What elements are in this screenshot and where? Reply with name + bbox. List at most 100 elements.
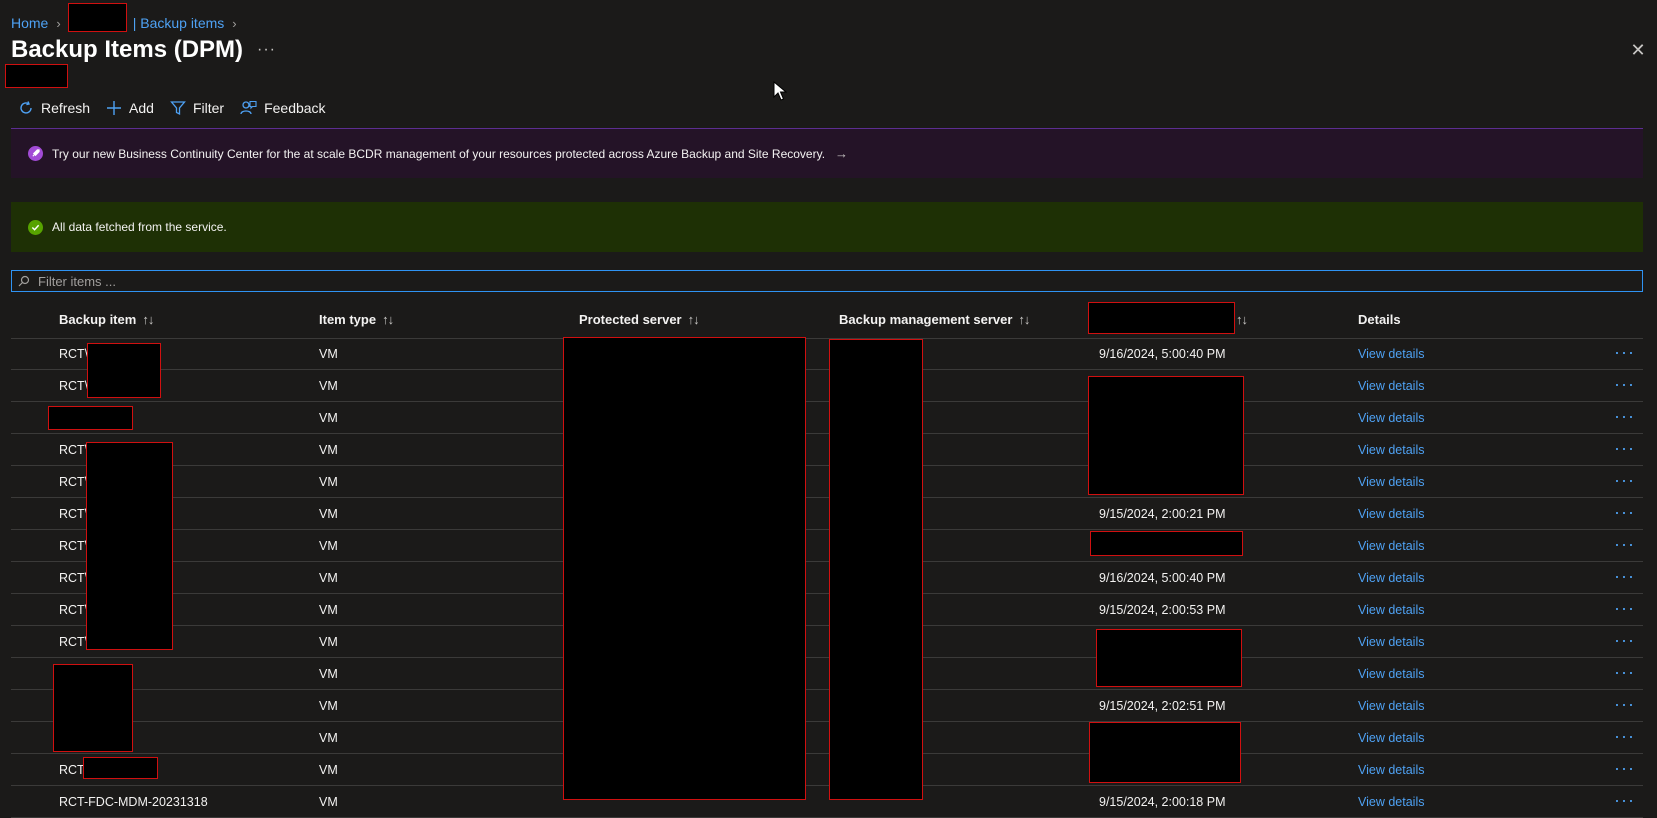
rocket-icon bbox=[28, 146, 43, 161]
table-row[interactable]: RCT-FDC-MDM-20231318 VM 9/15/2024, 2:00:18… bbox=[11, 786, 1643, 818]
view-details-link[interactable]: View details bbox=[1358, 763, 1424, 777]
row-more-actions-icon[interactable]: ··· bbox=[1614, 790, 1635, 811]
filter-button[interactable]: Filter bbox=[170, 100, 224, 116]
view-details-link[interactable]: View details bbox=[1358, 699, 1424, 713]
banner-text: Try our new Business Continuity Center f… bbox=[52, 146, 826, 161]
redacted-backup-time bbox=[1088, 376, 1244, 495]
redacted-item-name bbox=[86, 442, 173, 650]
cell-item-type: VM bbox=[319, 731, 338, 745]
table-row[interactable]: RCT\ VM View details ··· bbox=[11, 434, 1643, 466]
cell-backup-item: RCT\ bbox=[59, 507, 89, 521]
cell-last-backup-time: 9/15/2024, 2:00:18 PM bbox=[1099, 795, 1226, 809]
row-more-actions-icon[interactable]: ··· bbox=[1614, 630, 1635, 651]
arrow-right-icon[interactable]: → bbox=[835, 146, 848, 161]
cell-backup-item: RCT\ bbox=[59, 539, 89, 553]
row-more-actions-icon[interactable]: ··· bbox=[1614, 694, 1635, 715]
redacted-subtitle bbox=[5, 64, 68, 88]
view-details-link[interactable]: View details bbox=[1358, 443, 1424, 457]
redacted-item-name bbox=[48, 406, 133, 430]
table-row[interactable]: RCT\ VM View details ··· bbox=[11, 530, 1643, 562]
filter-label: Filter bbox=[192, 100, 225, 116]
row-more-actions-icon[interactable]: ··· bbox=[1614, 598, 1635, 619]
view-details-link[interactable]: View details bbox=[1358, 635, 1424, 649]
cell-last-backup-time: 9/16/2024, 5:00:40 PM bbox=[1099, 347, 1226, 361]
redacted-protected-server bbox=[563, 337, 806, 800]
row-more-actions-icon[interactable]: ··· bbox=[1614, 470, 1635, 491]
table-row[interactable]: RCT\ VM View details ··· bbox=[11, 626, 1643, 658]
cell-last-backup-time: 9/15/2024, 2:02:51 PM bbox=[1099, 699, 1226, 713]
col-protected-server-label: Protected server bbox=[579, 312, 682, 327]
row-more-actions-icon[interactable]: ··· bbox=[1614, 758, 1635, 779]
plus-icon bbox=[107, 101, 122, 115]
cell-backup-item: RCT\ bbox=[59, 379, 89, 393]
filter-items-input[interactable] bbox=[36, 272, 1620, 290]
view-details-link[interactable]: View details bbox=[1358, 411, 1424, 425]
table-row[interactable]: VM View details ··· bbox=[11, 722, 1643, 754]
col-backup-item[interactable]: Backup item ↑↓ bbox=[59, 312, 154, 327]
row-more-actions-icon[interactable]: ··· bbox=[1614, 662, 1635, 683]
refresh-label: Refresh bbox=[41, 100, 91, 116]
cell-item-type: VM bbox=[319, 699, 338, 713]
row-more-actions-icon[interactable]: ··· bbox=[1614, 502, 1635, 523]
table-row[interactable]: RCT\ VM View details ··· bbox=[11, 466, 1643, 498]
table-row[interactable]: RCT\ VM 9/16/2024, 5:00:40 PM View details ·… bbox=[11, 338, 1643, 370]
row-more-actions-icon[interactable]: ··· bbox=[1614, 566, 1635, 587]
sort-icon[interactable]: ↑↓ bbox=[142, 312, 154, 327]
status-message: All data fetched from the service. bbox=[11, 202, 1643, 252]
view-details-link[interactable]: View details bbox=[1358, 667, 1424, 681]
row-more-actions-icon[interactable]: ··· bbox=[1614, 438, 1635, 459]
table-row[interactable]: RCT\ VM 9/15/2024, 2:00:21 PM View details ·… bbox=[11, 498, 1643, 530]
view-details-link[interactable]: View details bbox=[1358, 731, 1424, 745]
cell-last-backup-time: 9/15/2024, 2:00:53 PM bbox=[1099, 603, 1226, 617]
view-details-link[interactable]: View details bbox=[1358, 539, 1424, 553]
filter-box[interactable] bbox=[11, 270, 1643, 292]
row-more-actions-icon[interactable]: ··· bbox=[1614, 374, 1635, 395]
redacted-backup-time bbox=[1089, 722, 1241, 783]
sort-icon[interactable]: ↑↓ bbox=[1236, 312, 1248, 327]
redacted-vault-name bbox=[68, 3, 127, 32]
table-row[interactable]: RCT\ VM 9/15/2024, 2:00:53 PM View details ·… bbox=[11, 594, 1643, 626]
view-details-link[interactable]: View details bbox=[1358, 507, 1424, 521]
refresh-button[interactable]: Refresh bbox=[18, 100, 90, 116]
view-details-link[interactable]: View details bbox=[1358, 347, 1424, 361]
sort-icon[interactable]: ↑↓ bbox=[1018, 312, 1030, 327]
feedback-button[interactable]: Feedback bbox=[240, 100, 326, 116]
col-last-backup-time[interactable]: ↑↓ bbox=[1236, 312, 1248, 327]
view-details-link[interactable]: View details bbox=[1358, 475, 1424, 489]
col-backup-management-server[interactable]: Backup management server ↑↓ bbox=[839, 312, 1030, 327]
view-details-link[interactable]: View details bbox=[1358, 603, 1424, 617]
table-row[interactable]: VM 9/15/2024, 2:02:51 PM View details ··· bbox=[11, 690, 1643, 722]
more-options-icon[interactable]: ··· bbox=[257, 41, 276, 59]
add-button[interactable]: Add bbox=[106, 100, 154, 116]
feedback-label: Feedback bbox=[264, 100, 326, 116]
col-protected-server[interactable]: Protected server ↑↓ bbox=[579, 312, 700, 327]
table-row[interactable]: RCT\ VM View details ··· bbox=[11, 754, 1643, 786]
cell-item-type: VM bbox=[319, 411, 338, 425]
view-details-link[interactable]: View details bbox=[1358, 571, 1424, 585]
row-more-actions-icon[interactable]: ··· bbox=[1614, 406, 1635, 427]
table-header: Backup item ↑↓ Item type ↑↓ Protected se… bbox=[11, 306, 1643, 339]
sort-icon[interactable]: ↑↓ bbox=[382, 312, 394, 327]
row-more-actions-icon[interactable]: ··· bbox=[1614, 534, 1635, 555]
redacted-item-name bbox=[53, 664, 133, 752]
search-icon bbox=[18, 275, 30, 287]
table-row[interactable]: RCT\ VM View details ··· bbox=[11, 370, 1643, 402]
view-details-link[interactable]: View details bbox=[1358, 379, 1424, 393]
table-row[interactable]: RCT\ VM 9/16/2024, 5:00:40 PM View details ·… bbox=[11, 562, 1643, 594]
bcdr-promo-banner[interactable]: Try our new Business Continuity Center f… bbox=[11, 128, 1643, 178]
breadcrumb-backup-items[interactable]: | Backup items bbox=[133, 15, 225, 31]
sort-icon[interactable]: ↑↓ bbox=[688, 312, 700, 327]
mouse-cursor-icon bbox=[773, 81, 787, 101]
cell-item-type: VM bbox=[319, 763, 338, 777]
cell-backup-item: RCT\ bbox=[59, 347, 89, 361]
col-item-type-label: Item type bbox=[319, 312, 377, 327]
table-row[interactable]: VM View details ··· bbox=[11, 658, 1643, 690]
col-item-type[interactable]: Item type ↑↓ bbox=[319, 312, 394, 327]
row-more-actions-icon[interactable]: ··· bbox=[1614, 726, 1635, 747]
close-icon[interactable]: ✕ bbox=[1629, 40, 1647, 61]
breadcrumb-home[interactable]: Home bbox=[11, 15, 48, 31]
redacted-item-name bbox=[83, 757, 158, 779]
view-details-link[interactable]: View details bbox=[1358, 795, 1424, 809]
table-row[interactable]: VM View details ··· bbox=[11, 402, 1643, 434]
row-more-actions-icon[interactable]: ··· bbox=[1614, 342, 1635, 363]
